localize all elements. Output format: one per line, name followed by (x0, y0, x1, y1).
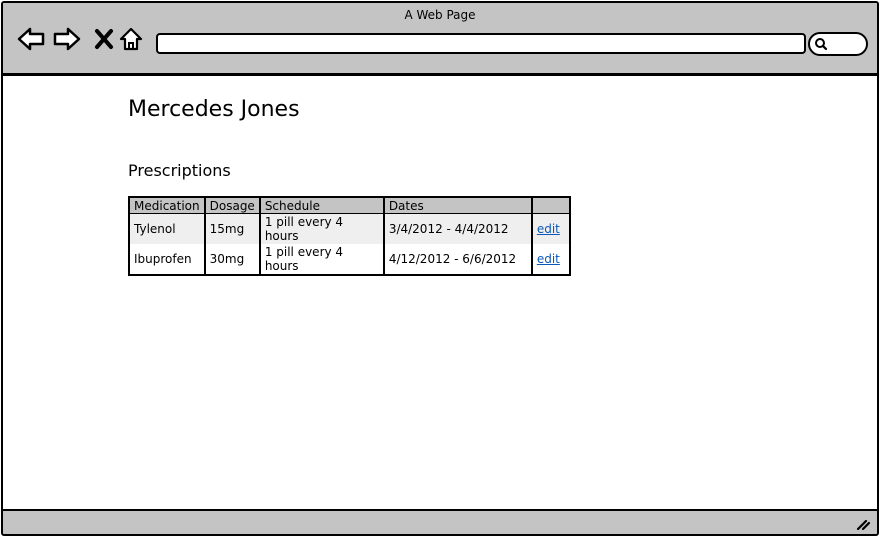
cell-medication: Ibuprofen (129, 244, 206, 275)
cell-action: edit (532, 244, 570, 275)
cell-medication: Tylenol (129, 213, 206, 244)
window-title: A Web Page (404, 8, 476, 22)
back-icon[interactable] (17, 25, 45, 53)
table-header-row: Medication Dosage Schedule Dates (129, 197, 570, 214)
cell-action: edit (531, 213, 570, 244)
cell-dosage: 15mg (204, 213, 261, 244)
search-box[interactable] (808, 32, 868, 56)
column-header-dates: Dates (383, 197, 533, 214)
address-bar[interactable] (156, 33, 806, 54)
edit-link[interactable]: edit (537, 222, 560, 236)
column-header-schedule: Schedule (259, 197, 385, 214)
cell-dates: 3/4/2012 - 4/4/2012 (383, 213, 533, 244)
edit-link[interactable]: edit (537, 252, 560, 266)
table-row: Tylenol 15mg 1 pill every 4 hours 3/4/20… (129, 213, 570, 244)
page-title: Mercedes Jones (128, 97, 300, 122)
column-header-medication: Medication (129, 197, 206, 214)
cell-dates: 4/12/2012 - 6/6/2012 (383, 244, 533, 275)
column-header-action (531, 197, 570, 214)
column-header-dosage: Dosage (204, 197, 261, 214)
page-content: Mercedes Jones Prescriptions Medication … (3, 76, 877, 508)
search-icon (815, 38, 828, 51)
cell-schedule: 1 pill every 4 hours (259, 213, 385, 244)
prescriptions-table: Medication Dosage Schedule Dates Tylenol… (128, 196, 571, 276)
resize-handle-icon[interactable] (855, 517, 871, 531)
browser-toolbar: A Web Page (3, 3, 877, 76)
cell-dosage: 30mg (204, 244, 261, 275)
cell-schedule: 1 pill every 4 hours (259, 244, 385, 275)
table-row: Ibuprofen 30mg 1 pill every 4 hours 4/12… (129, 244, 570, 275)
home-icon[interactable] (117, 25, 145, 53)
section-heading: Prescriptions (128, 161, 231, 180)
close-icon[interactable] (90, 25, 118, 53)
forward-icon[interactable] (53, 25, 81, 53)
status-bar (3, 509, 877, 534)
browser-window: A Web Page Mercedes Jones Prescriptions … (1, 1, 879, 536)
